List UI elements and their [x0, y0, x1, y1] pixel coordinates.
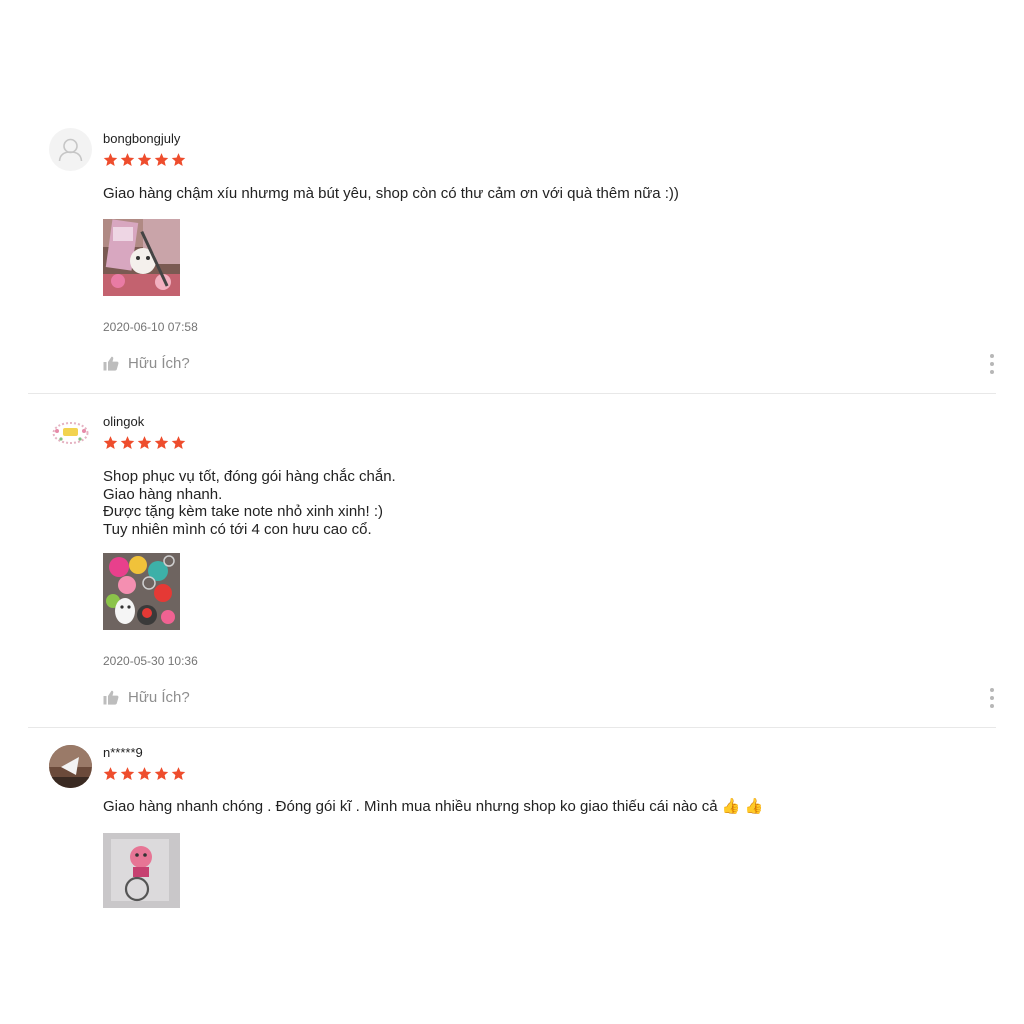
- reviewer-username: n*****9: [103, 745, 143, 760]
- reviewer-username: bongbongjuly: [103, 131, 181, 146]
- more-options-icon[interactable]: [988, 688, 996, 708]
- thumbs-up-icon: [103, 356, 119, 371]
- star-icon: [120, 436, 135, 449]
- star-icon: [137, 153, 152, 166]
- star-icon: [120, 153, 135, 166]
- reviews-panel: bongbongjuly Giao hàng chậm xíu nhưmg mà…: [0, 113, 1024, 908]
- review-comment: Giao hàng nhanh chóng . Đóng gói kĩ . Mì…: [103, 798, 764, 815]
- star-rating: [103, 766, 186, 781]
- star-icon: [137, 436, 152, 449]
- helpful-label: Hữu Ích?: [128, 355, 190, 372]
- avatar[interactable]: [49, 128, 92, 171]
- star-icon: [120, 767, 135, 780]
- review-timestamp: 2020-06-10 07:58: [103, 320, 198, 334]
- star-icon: [154, 767, 169, 780]
- star-icon: [171, 153, 186, 166]
- review-comment: Giao hàng chậm xíu nhưmg mà bút yêu, sho…: [103, 185, 679, 202]
- thumbs-up-icon: [103, 690, 119, 705]
- review-image[interactable]: [103, 553, 180, 630]
- star-rating: [103, 152, 186, 167]
- star-icon: [137, 767, 152, 780]
- helpful-label: Hữu Ích?: [128, 689, 190, 706]
- reviewer-username: olingok: [103, 414, 145, 429]
- review-image[interactable]: [103, 833, 180, 908]
- review-comment: Shop phục vụ tốt, đóng gói hàng chắc chắ…: [103, 468, 396, 538]
- avatar[interactable]: [49, 745, 92, 788]
- review-image[interactable]: [103, 219, 180, 296]
- helpful-button[interactable]: Hữu Ích?: [103, 355, 190, 372]
- star-icon: [171, 436, 186, 449]
- star-icon: [171, 767, 186, 780]
- star-icon: [154, 153, 169, 166]
- review-divider: [28, 727, 996, 728]
- shop-logo-avatar: [49, 411, 92, 454]
- helpful-button[interactable]: Hữu Ích?: [103, 689, 190, 706]
- review-timestamp: 2020-05-30 10:36: [103, 654, 198, 668]
- star-icon: [103, 436, 118, 449]
- star-icon: [154, 436, 169, 449]
- review-divider: [28, 393, 996, 394]
- star-icon: [103, 767, 118, 780]
- more-options-icon[interactable]: [988, 354, 996, 374]
- default-user-icon: [58, 138, 83, 162]
- photo-avatar: [49, 745, 92, 788]
- star-rating: [103, 435, 186, 450]
- avatar[interactable]: [49, 411, 92, 454]
- star-icon: [103, 153, 118, 166]
